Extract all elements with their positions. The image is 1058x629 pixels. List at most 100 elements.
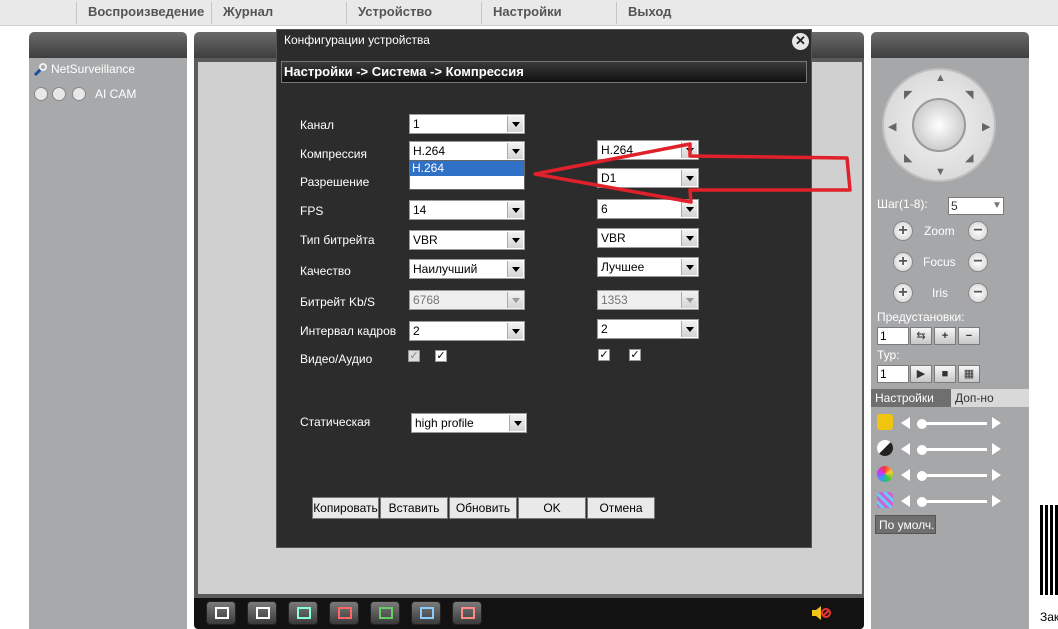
decrease-icon[interactable] (901, 469, 910, 481)
dropdown-option-h264[interactable]: H.264 (410, 161, 524, 176)
menu-journal[interactable]: Журнал (223, 4, 273, 19)
tour-input[interactable]: 1 (877, 365, 909, 383)
increase-icon[interactable] (992, 495, 1001, 507)
goto-preset-icon[interactable]: ⇆ (910, 327, 932, 345)
focus-plus-icon[interactable]: + (893, 252, 913, 272)
select-value: 1 (413, 117, 420, 131)
interval-select[interactable]: 2 (409, 321, 525, 341)
ptz-down-arrow-icon[interactable]: ▼ (935, 166, 946, 178)
slider-knob[interactable] (917, 445, 927, 455)
ptz-right-arrow-icon[interactable]: ▶ (982, 120, 990, 133)
ptz-center-button[interactable] (912, 98, 966, 152)
extra-video-checkbox[interactable]: ✓ (598, 349, 610, 361)
chevron-down-icon[interactable] (509, 415, 525, 431)
cancel-button[interactable]: Отмена (587, 497, 655, 519)
ptz-up-right-arrow-icon[interactable]: ◥ (965, 88, 973, 101)
menu-playback[interactable]: Воспроизведение (88, 4, 204, 19)
ok-button[interactable]: OK (518, 497, 586, 519)
quality-select[interactable]: Наилучший (409, 259, 525, 279)
chevron-down-icon[interactable] (681, 259, 697, 275)
increase-icon[interactable] (992, 443, 1001, 455)
extra-audio-checkbox[interactable]: ✓ (629, 349, 641, 361)
ptz-down-left-arrow-icon[interactable]: ◣ (904, 151, 912, 164)
menu-exit[interactable]: Выход (628, 4, 671, 19)
decrease-icon[interactable] (901, 417, 910, 429)
bitrate-type-select[interactable]: VBR (409, 230, 525, 250)
slider-knob[interactable] (917, 471, 927, 481)
chevron-down-icon[interactable] (507, 261, 523, 277)
refresh-button[interactable]: Обновить (449, 497, 517, 519)
close-icon[interactable]: ✕ (792, 33, 809, 50)
arrow-outline (533, 142, 852, 204)
copy-button[interactable]: Копировать (312, 497, 379, 519)
video-audio-label: Видео/Аудио (300, 352, 373, 366)
chevron-down-icon[interactable] (507, 143, 523, 159)
paste-button[interactable]: Вставить (380, 497, 448, 519)
iris-plus-icon[interactable]: + (893, 283, 913, 303)
menu-device[interactable]: Устройство (358, 4, 432, 19)
ptz-left-arrow-icon[interactable]: ◀ (888, 120, 896, 133)
chevron-down-icon[interactable] (507, 323, 523, 339)
extra-bitrate-type-select[interactable]: VBR (597, 228, 699, 248)
extra-quality-select[interactable]: Лучшее (597, 257, 699, 277)
slider-track[interactable] (917, 500, 987, 503)
increase-icon[interactable] (992, 469, 1001, 481)
brightness-icon (877, 414, 893, 430)
compression-select[interactable]: H.264 (409, 141, 525, 161)
increase-icon[interactable] (992, 417, 1001, 429)
device-name[interactable]: NetSurveillance (51, 62, 135, 76)
menu-settings[interactable]: Настройки (493, 4, 562, 19)
bitrate-label: Битрейт Kb/S (300, 295, 375, 309)
audio-checkbox[interactable]: ✓ (435, 350, 447, 362)
iris-minus-icon[interactable]: − (968, 283, 988, 303)
ptz-up-left-arrow-icon[interactable]: ◤ (904, 88, 912, 101)
tour-play-icon[interactable]: ▶ (910, 365, 932, 383)
snapshot-icon[interactable] (370, 601, 400, 625)
tour-grid-icon[interactable]: ▦ (958, 365, 980, 383)
decrease-icon[interactable] (901, 443, 910, 455)
tour-stop-icon[interactable]: ■ (934, 365, 956, 383)
slider-track[interactable] (917, 474, 987, 477)
iris-label: Iris (932, 286, 948, 300)
extra-interval-select[interactable]: 2 (597, 319, 699, 339)
ptz-up-arrow-icon[interactable]: ▲ (935, 72, 946, 84)
single-view-icon[interactable] (247, 601, 277, 625)
slider-knob[interactable] (917, 419, 927, 429)
remove-preset-icon[interactable]: − (958, 327, 980, 345)
focus-minus-icon[interactable]: − (968, 252, 988, 272)
video-toolbar (194, 598, 864, 629)
fps-select[interactable]: 14 (409, 200, 525, 220)
zoom-plus-icon[interactable]: + (893, 221, 913, 241)
channel-select[interactable]: 1 (409, 114, 525, 134)
fullscreen-icon[interactable] (206, 601, 236, 625)
chevron-down-icon[interactable] (681, 321, 697, 337)
static-label: Статическая (300, 415, 371, 429)
ptz-down-right-arrow-icon[interactable]: ◢ (965, 151, 973, 164)
slider-knob[interactable] (917, 497, 927, 507)
zoom-label: Zoom (924, 224, 955, 238)
static-select[interactable]: high profile (411, 413, 527, 433)
stop-icon[interactable] (34, 87, 48, 101)
preset-input[interactable]: 1 (877, 327, 909, 345)
tab-settings[interactable]: Настройки (871, 389, 951, 407)
tab-extra[interactable]: Доп-но (951, 389, 1029, 407)
camera-stop-icon[interactable] (452, 601, 482, 625)
focus-label: Focus (923, 255, 956, 269)
stop-record-icon[interactable] (329, 601, 359, 625)
play-icon[interactable] (52, 87, 66, 101)
chevron-down-icon[interactable] (681, 230, 697, 246)
camera-name[interactable]: AI CAM (95, 87, 136, 101)
chevron-down-icon[interactable] (507, 116, 523, 132)
record-video-icon[interactable] (288, 601, 318, 625)
slider-track[interactable] (917, 422, 987, 425)
record-icon[interactable] (72, 87, 86, 101)
camera-play-icon[interactable] (411, 601, 441, 625)
slider-track[interactable] (917, 448, 987, 451)
zoom-minus-icon[interactable]: − (968, 221, 988, 241)
chevron-down-icon[interactable] (507, 232, 523, 248)
default-button[interactable]: По умолч. (875, 515, 936, 534)
mute-icon[interactable] (811, 605, 831, 621)
add-preset-icon[interactable]: + (934, 327, 956, 345)
decrease-icon[interactable] (901, 495, 910, 507)
chevron-down-icon[interactable] (507, 202, 523, 218)
